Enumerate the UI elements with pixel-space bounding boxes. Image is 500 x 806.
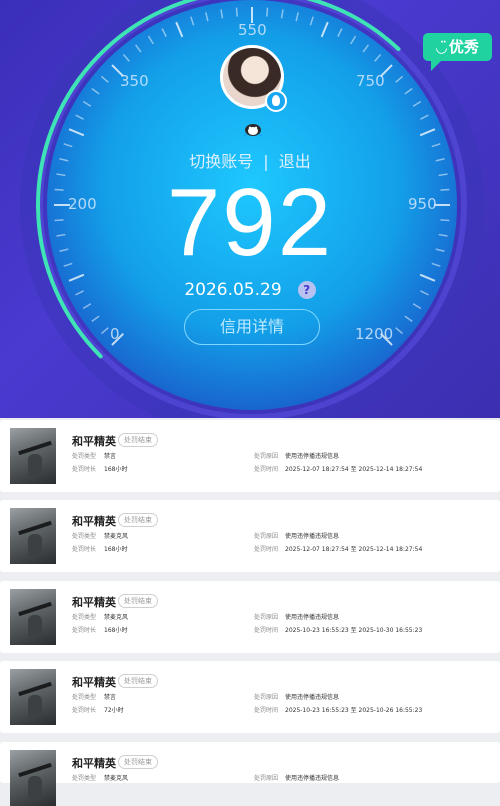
gauge-tick <box>235 7 238 17</box>
status-badge: 处罚结束 <box>118 594 158 608</box>
qq-icon <box>265 90 287 112</box>
credit-detail-button[interactable]: 信用详情 <box>184 309 320 345</box>
reason-label: 处罚原因 <box>254 533 279 540</box>
penalty-record-card[interactable]: 和平精英 处罚结束 处罚类型 禁麦克风 处罚时长 168小时 处罚原因 使用违停… <box>0 581 500 653</box>
game-title: 和平精英 <box>72 676 116 689</box>
type-label: 处罚类型 <box>72 614 97 621</box>
penalty-record-card[interactable]: 和平精英 处罚结束 处罚类型 禁麦克风 处罚时长 168小时 处罚原因 使用违停… <box>0 500 500 572</box>
game-title: 和平精英 <box>72 757 116 770</box>
time-value: 2025-12-07 18:27:54 至 2025-12-14 18:27:5… <box>285 466 423 473</box>
reason-label: 处罚原因 <box>254 453 279 460</box>
credit-hero: 0 200 350 550 750 950 1200 ◡̈ 优秀 切换账号 | 退出 … <box>0 0 500 418</box>
duration-label: 处罚时长 <box>72 707 97 714</box>
penguin-icon <box>243 124 263 137</box>
type-label: 处罚类型 <box>72 533 97 540</box>
scale-label-350: 350 <box>120 72 149 90</box>
rating-badge: ◡̈ 优秀 <box>423 33 492 71</box>
status-badge: 处罚结束 <box>118 755 158 769</box>
game-thumbnail <box>10 508 56 564</box>
reason-value: 使用违停播违规信息 <box>285 694 340 701</box>
penalty-record-card[interactable]: 和平精英 处罚结束 处罚类型 禁言 处罚时长 168小时 处罚原因 使用违停播违… <box>0 420 500 492</box>
type-label: 处罚类型 <box>72 453 97 460</box>
type-value: 禁麦克风 <box>104 533 129 540</box>
game-title: 和平精英 <box>72 515 116 528</box>
score-date: 2026.05.29 <box>184 280 282 300</box>
help-icon[interactable]: ? <box>297 281 316 299</box>
reason-label: 处罚原因 <box>254 614 279 621</box>
time-label: 处罚时间 <box>254 627 279 634</box>
scale-label-0: 0 <box>110 325 120 343</box>
duration-label: 处罚时长 <box>72 627 97 634</box>
scale-label-1200: 1200 <box>355 325 394 343</box>
reason-value: 使用违停播违规信息 <box>285 775 340 782</box>
reason-value: 使用违停播违规信息 <box>285 453 340 460</box>
reason-label: 处罚原因 <box>254 694 279 701</box>
duration-label: 处罚时长 <box>72 546 97 553</box>
duration-value: 168小时 <box>104 627 128 634</box>
type-value: 禁言 <box>104 453 117 460</box>
reason-value: 使用违停播违规信息 <box>285 614 340 621</box>
penalty-record-card[interactable]: 和平精英 处罚结束 处罚类型 禁麦克风 处罚原因 使用违停播违规信息 <box>0 742 500 806</box>
duration-value: 168小时 <box>104 546 128 553</box>
game-thumbnail <box>10 669 56 725</box>
game-title: 和平精英 <box>72 435 116 448</box>
credit-score: 792 <box>166 169 334 276</box>
time-value: 2025-10-23 16:55:23 至 2025-10-26 16:55:2… <box>285 707 423 714</box>
scale-label-550: 550 <box>238 21 267 39</box>
type-value: 禁麦克风 <box>104 775 129 782</box>
type-value: 禁言 <box>104 694 117 701</box>
type-label: 处罚类型 <box>72 694 97 701</box>
scale-label-750: 750 <box>356 72 385 90</box>
status-badge: 处罚结束 <box>118 433 158 447</box>
time-label: 处罚时间 <box>254 546 279 553</box>
status-badge: 处罚结束 <box>118 513 158 527</box>
status-badge: 处罚结束 <box>118 674 158 688</box>
gauge-tick <box>266 7 269 17</box>
smile-icon: ◡̈ <box>436 40 447 56</box>
game-thumbnail <box>10 589 56 645</box>
reason-label: 处罚原因 <box>254 775 279 782</box>
duration-value: 168小时 <box>104 466 128 473</box>
game-thumbnail <box>10 428 56 484</box>
reason-value: 使用违停播违规信息 <box>285 533 340 540</box>
time-label: 处罚时间 <box>254 466 279 473</box>
game-title: 和平精英 <box>72 596 116 609</box>
duration-label: 处罚时长 <box>72 466 97 473</box>
time-value: 2025-12-07 18:27:54 至 2025-12-14 18:27:5… <box>285 546 423 553</box>
type-value: 禁麦克风 <box>104 614 129 621</box>
type-label: 处罚类型 <box>72 775 97 782</box>
game-thumbnail <box>10 750 56 806</box>
penalty-record-card[interactable]: 和平精英 处罚结束 处罚类型 禁言 处罚时长 72小时 处罚原因 使用违停播违规… <box>0 661 500 733</box>
duration-value: 72小时 <box>104 707 124 714</box>
date-row: 2026.05.29? <box>0 280 500 300</box>
time-label: 处罚时间 <box>254 707 279 714</box>
time-value: 2025-10-23 16:55:23 至 2025-10-30 16:55:2… <box>285 627 423 634</box>
